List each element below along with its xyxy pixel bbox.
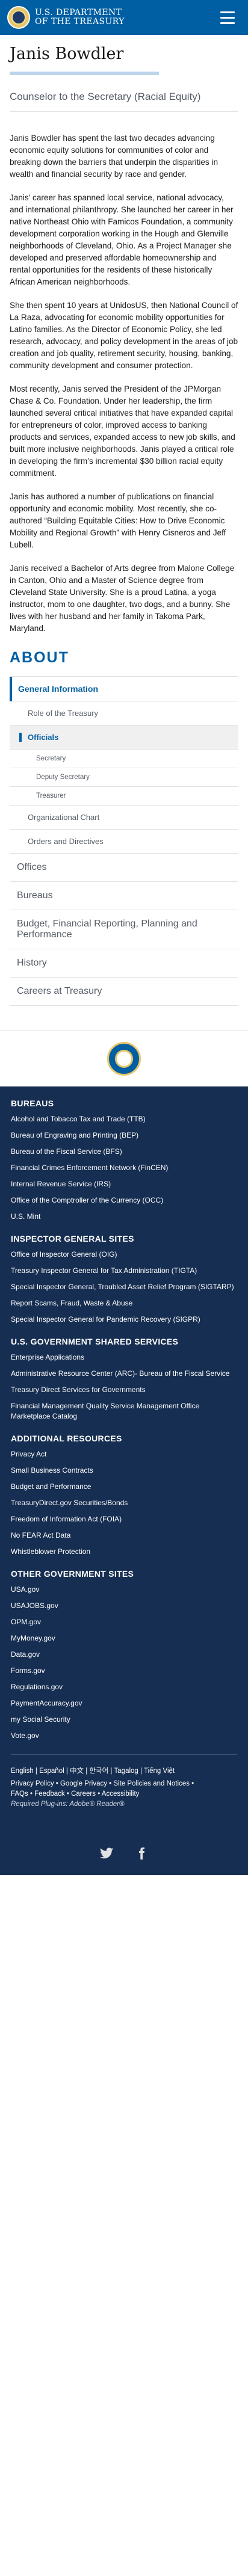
facebook-icon[interactable] bbox=[134, 1846, 149, 1861]
footer-link[interactable]: Treasury Inspector General for Tax Admin… bbox=[11, 1266, 237, 1276]
footer-link[interactable]: MyMoney.gov bbox=[11, 1633, 237, 1644]
nav-item-general-information[interactable]: General Information bbox=[10, 677, 238, 701]
footer-link[interactable]: Whistleblower Protection bbox=[11, 1547, 237, 1557]
footer-seal-band bbox=[0, 1030, 248, 1086]
footer-heading-other-government-sites: OTHER GOVERNMENT SITES bbox=[11, 1569, 134, 1579]
footer-link[interactable]: USA.gov bbox=[11, 1585, 237, 1595]
bio-paragraph: Janis has authored a number of publicati… bbox=[10, 492, 226, 549]
biography: Janis Bowdler has spent the last two dec… bbox=[0, 112, 248, 635]
treasury-seal-icon[interactable] bbox=[107, 1041, 141, 1076]
footer-link[interactable]: USAJOBS.gov bbox=[11, 1601, 237, 1611]
legal-links-line1[interactable]: Privacy Policy • Google Privacy • Site P… bbox=[11, 1779, 237, 1789]
footer-heading-bureaus: BUREAUS bbox=[11, 1098, 54, 1108]
footer-link[interactable]: Small Business Contracts bbox=[11, 1465, 237, 1476]
footer-link[interactable]: Office of Inspector General (OIG) bbox=[11, 1249, 237, 1260]
footer-link[interactable]: Office of the Comptroller of the Currenc… bbox=[11, 1195, 237, 1206]
footer-link[interactable]: Treasury Direct Services for Governments bbox=[11, 1385, 237, 1395]
footer-list-shared-services: Enterprise Applications Administrative R… bbox=[11, 1352, 237, 1422]
footer-link[interactable]: U.S. Mint bbox=[11, 1212, 237, 1222]
nav-item-role-of-treasury[interactable]: Role of the Treasury bbox=[10, 701, 238, 726]
treasury-logo-link[interactable]: U.S. DEPARTMENT OF THE TREASURY bbox=[7, 6, 125, 29]
footer-link[interactable]: Financial Management Quality Service Man… bbox=[11, 1401, 237, 1422]
footer-link[interactable]: Vote.gov bbox=[11, 1731, 237, 1741]
footer-link[interactable]: Bureau of the Fiscal Service (BFS) bbox=[11, 1147, 237, 1157]
footer-link[interactable]: Alcohol and Tobacco Tax and Trade (TTB) bbox=[11, 1114, 237, 1124]
bio-paragraph: Janis Bowdler has spent the last two dec… bbox=[10, 134, 219, 179]
nav-item-officials-label: Officials bbox=[19, 733, 59, 742]
footer-link[interactable]: Freedom of Information Act (FOIA) bbox=[11, 1514, 237, 1524]
footer-link[interactable]: Administrative Resource Center (ARC)- Bu… bbox=[11, 1369, 237, 1379]
footer-link[interactable]: Special Inspector General, Troubled Asse… bbox=[11, 1282, 237, 1292]
treasury-seal-icon bbox=[7, 6, 30, 29]
official-title: Counselor to the Secretary (Racial Equit… bbox=[10, 91, 201, 102]
nav-item-history[interactable]: History bbox=[10, 949, 238, 978]
menu-button[interactable] bbox=[215, 5, 240, 29]
bio-paragraph: Janis’ career has spanned local service,… bbox=[10, 193, 234, 286]
social-links bbox=[11, 1846, 237, 1861]
footer-link[interactable]: Internal Revenue Service (IRS) bbox=[11, 1179, 237, 1189]
site-header: U.S. DEPARTMENT OF THE TREASURY bbox=[0, 0, 248, 35]
footer-link[interactable]: Budget and Performance bbox=[11, 1482, 237, 1492]
footer-link[interactable]: No FEAR Act Data bbox=[11, 1530, 237, 1541]
nav-item-offices[interactable]: Offices bbox=[10, 854, 238, 882]
nav-item-secretary[interactable]: Secretary bbox=[10, 750, 238, 768]
footer-list-inspector-general: Office of Inspector General (OIG) Treasu… bbox=[11, 1249, 237, 1325]
site-footer: BUREAUS Alcohol and Tobacco Tax and Trad… bbox=[0, 1086, 248, 1875]
bio-paragraph: She then spent 10 years at UnidosUS, the… bbox=[10, 301, 238, 370]
nav-item-orders-directives[interactable]: Orders and Directives bbox=[10, 830, 238, 854]
hamburger-icon-bar bbox=[220, 11, 235, 13]
page-title: Janis Bowdler bbox=[10, 45, 124, 63]
bio-paragraph: Janis received a Bachelor of Arts degree… bbox=[10, 564, 235, 633]
footer-divider bbox=[11, 1754, 237, 1755]
footer-link[interactable]: Privacy Act bbox=[11, 1449, 237, 1459]
agency-name: U.S. DEPARTMENT OF THE TREASURY bbox=[35, 8, 125, 26]
footer-heading-additional-resources: ADDITIONAL RESOURCES bbox=[11, 1434, 122, 1443]
about-heading: ABOUT bbox=[10, 649, 69, 666]
footer-link[interactable]: PaymentAccuracy.gov bbox=[11, 1698, 237, 1709]
hamburger-icon-bar bbox=[220, 22, 235, 24]
twitter-icon[interactable] bbox=[99, 1846, 114, 1861]
footer-list-additional-resources: Privacy Act Small Business Contracts Bud… bbox=[11, 1449, 237, 1557]
hamburger-icon-bar bbox=[220, 16, 235, 19]
nav-item-organizational-chart[interactable]: Organizational Chart bbox=[10, 806, 238, 830]
footer-link[interactable]: OPM.gov bbox=[11, 1617, 237, 1627]
nav-item-careers[interactable]: Careers at Treasury bbox=[10, 978, 238, 1006]
footer-link[interactable]: Report Scams, Fraud, Waste & Abuse bbox=[11, 1298, 237, 1308]
bio-paragraph: Most recently, Janis served the Presiden… bbox=[10, 384, 235, 478]
nav-item-bureaus[interactable]: Bureaus bbox=[10, 882, 238, 910]
footer-link[interactable]: Financial Crimes Enforcement Network (Fi… bbox=[11, 1163, 237, 1173]
footer-list-other-government-sites: USA.gov USAJOBS.gov OPM.gov MyMoney.gov … bbox=[11, 1585, 237, 1741]
agency-name-line2: OF THE TREASURY bbox=[35, 17, 125, 26]
footer-link[interactable]: Forms.gov bbox=[11, 1666, 237, 1676]
legal-links-line2[interactable]: FAQs • Feedback • Careers • Accessibilit… bbox=[11, 1789, 237, 1799]
required-plugins[interactable]: Required Plug-ins: Adobe® Reader® bbox=[11, 1801, 237, 1808]
language-links[interactable]: English | Español | 中文 | 한국어 | Tagalog |… bbox=[11, 1766, 237, 1775]
footer-link[interactable]: TreasuryDirect.gov Securities/Bonds bbox=[11, 1498, 237, 1508]
footer-link[interactable]: Data.gov bbox=[11, 1650, 237, 1660]
title-rule bbox=[10, 72, 159, 75]
nav-item-treasurer[interactable]: Treasurer bbox=[10, 787, 238, 806]
nav-item-deputy-secretary[interactable]: Deputy Secretary bbox=[10, 768, 238, 787]
footer-heading-shared-services: U.S. GOVERNMENT SHARED SERVICES bbox=[11, 1337, 179, 1346]
agency-name-line1: U.S. DEPARTMENT bbox=[35, 8, 122, 18]
footer-link[interactable]: Enterprise Applications bbox=[11, 1352, 237, 1363]
footer-link[interactable]: Regulations.gov bbox=[11, 1682, 237, 1692]
footer-link[interactable]: Special Inspector General for Pandemic R… bbox=[11, 1314, 237, 1325]
about-side-nav: General Information Role of the Treasury… bbox=[10, 676, 238, 1006]
nav-item-officials[interactable]: Officials bbox=[10, 726, 238, 750]
main-content: Janis Bowdler Counselor to the Secretary… bbox=[0, 35, 248, 1030]
footer-link[interactable]: Bureau of Engraving and Printing (BEP) bbox=[11, 1130, 237, 1141]
nav-item-budget[interactable]: Budget, Financial Reporting, Planning an… bbox=[10, 910, 238, 949]
footer-list-bureaus: Alcohol and Tobacco Tax and Trade (TTB) … bbox=[11, 1114, 237, 1222]
footer-link[interactable]: my Social Security bbox=[11, 1715, 237, 1725]
footer-heading-inspector-general: INSPECTOR GENERAL SITES bbox=[11, 1234, 134, 1243]
